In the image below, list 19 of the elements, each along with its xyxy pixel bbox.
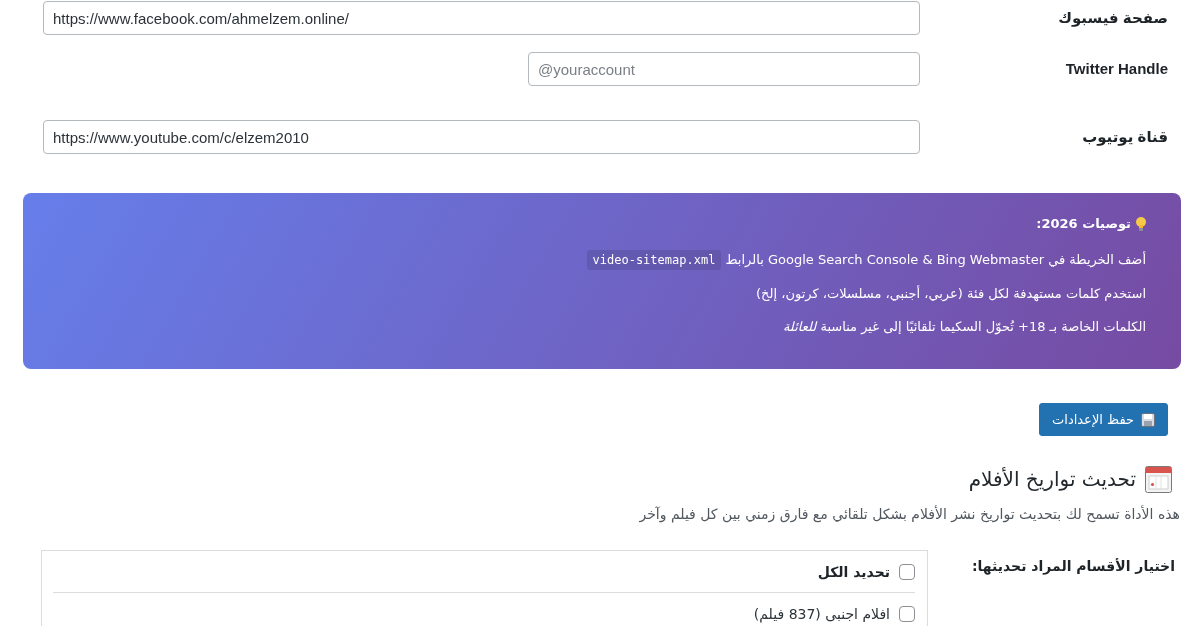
field-label: قناة يوتيوب <box>1082 128 1168 146</box>
text-input[interactable]: @youraccount <box>528 52 920 86</box>
section-description: هذه الأداة تسمح لك بتحديث تواريخ نشر الأفلام بشكل تلقائي مع فارق زمني بين كل فيلم وآخر <box>639 504 1180 524</box>
checkbox-label: تحديد الكل <box>817 564 890 580</box>
section-heading: تحديث تواريخ الأفلام <box>968 466 1136 493</box>
tip-text: استخدم كلمات مستهدفة لكل فئة (عربي، أجنبي، مسلسلات، كرتون، إلخ) <box>756 284 1146 304</box>
tip-text: الكلمات الخاصة بـ 18+ تُحوّل السكيما تلقائيًا إلى غير مناسبة للعائلة <box>782 318 1146 337</box>
calendar-icon <box>1145 465 1172 493</box>
field-label: اختيار الأقسام المراد تحديثها: <box>971 557 1175 576</box>
lightbulb-icon <box>1136 217 1146 231</box>
tips-title: توصيات 2026: <box>1036 215 1131 233</box>
field-label: صفحة فيسبوك <box>1058 8 1168 27</box>
checkbox[interactable] <box>899 564 915 580</box>
field-label: Twitter Handle <box>1065 60 1168 78</box>
text-input[interactable]: https://www.youtube.com/c/elzem2010 <box>43 120 920 154</box>
save-button[interactable]: حفظ الإعدادات <box>1039 403 1168 436</box>
text-input[interactable]: https://www.facebook.com/ahmelzem.online/ <box>43 1 920 35</box>
checkbox[interactable] <box>899 606 915 622</box>
checkbox-label: افلام اجنبى (837 فيلم) <box>753 606 890 622</box>
